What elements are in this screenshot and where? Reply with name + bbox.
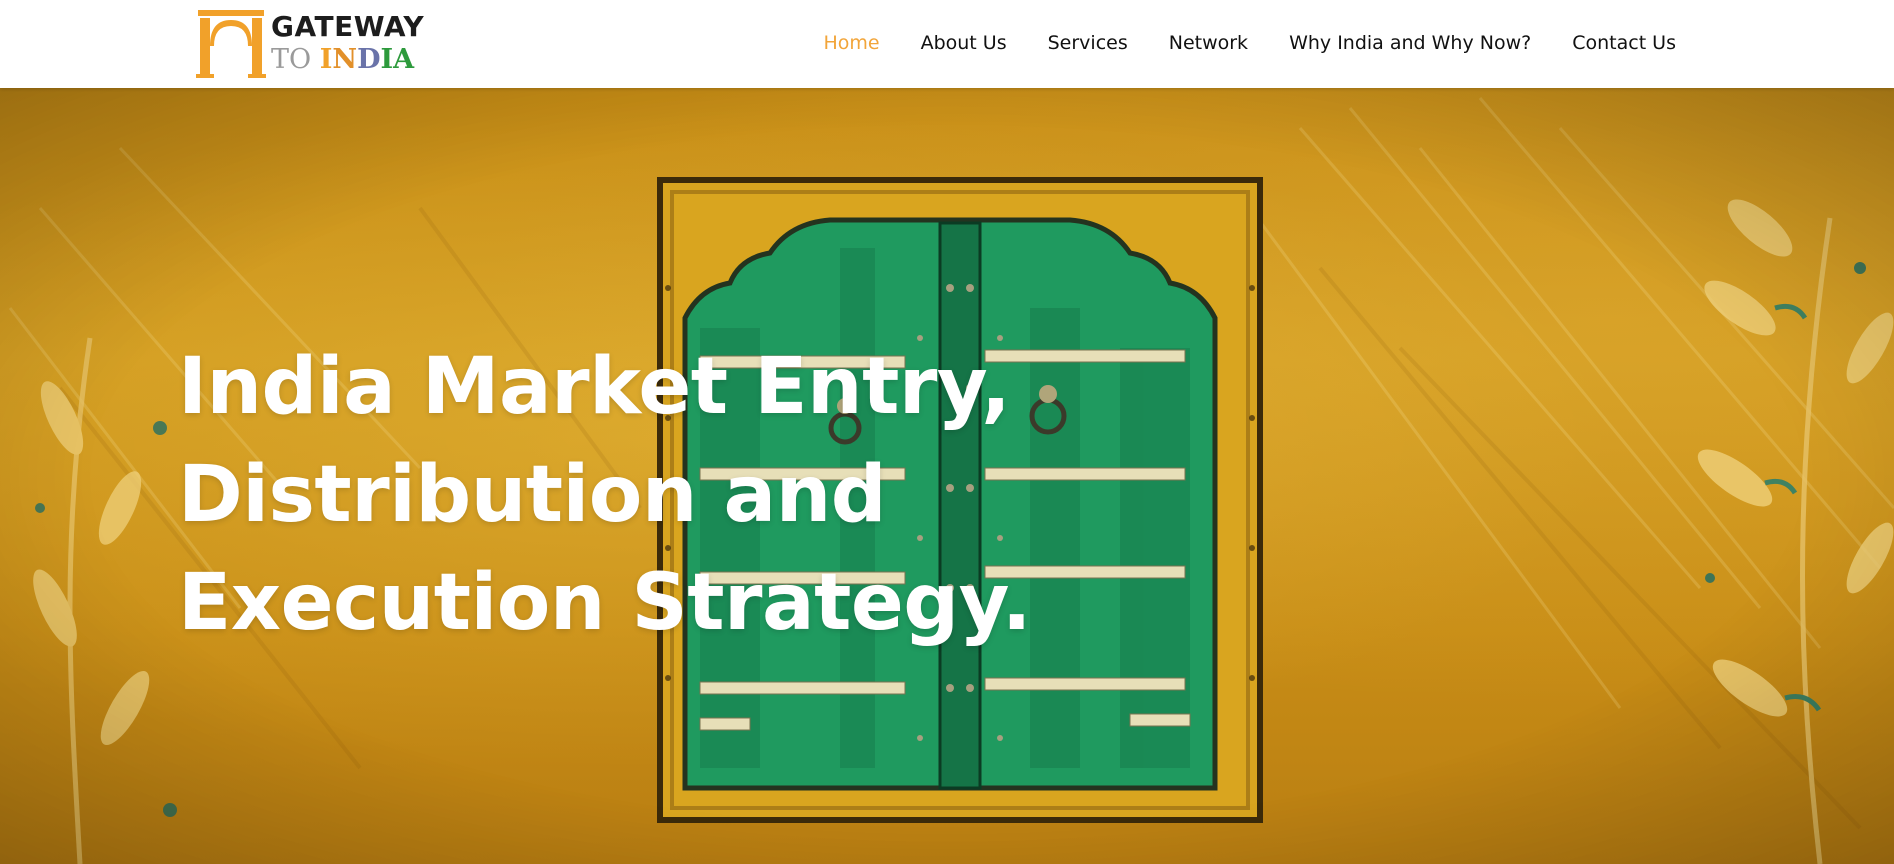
hero-title: India Market Entry, Distribution and Exe… bbox=[178, 333, 1078, 657]
hero-title-line: India Market Entry, bbox=[178, 342, 1011, 432]
gateway-arch-icon bbox=[196, 10, 266, 78]
logo-text-to-india: TO INDIA bbox=[271, 44, 414, 76]
site-logo[interactable]: GATEWAY TO INDIA bbox=[196, 6, 436, 78]
nav-network[interactable]: Network bbox=[1169, 32, 1248, 54]
nav-home[interactable]: Home bbox=[823, 32, 879, 54]
nav-why-india[interactable]: Why India and Why Now? bbox=[1289, 32, 1531, 54]
logo-text-to: TO bbox=[271, 44, 320, 75]
nav-about-us[interactable]: About Us bbox=[921, 32, 1007, 54]
logo-text-india: INDIA bbox=[319, 44, 415, 75]
nav-contact-us[interactable]: Contact Us bbox=[1572, 32, 1676, 54]
hero-banner: India Market Entry, Distribution and Exe… bbox=[0, 88, 1894, 864]
logo-text-gateway: GATEWAY bbox=[271, 10, 425, 43]
hero-title-line: Execution Strategy. bbox=[178, 558, 1031, 648]
nav-services[interactable]: Services bbox=[1048, 32, 1128, 54]
site-header: GATEWAY TO INDIA Home About Us Services … bbox=[0, 0, 1894, 88]
hero-title-line: Distribution and bbox=[178, 450, 887, 540]
main-nav: Home About Us Services Network Why India… bbox=[823, 28, 1676, 58]
